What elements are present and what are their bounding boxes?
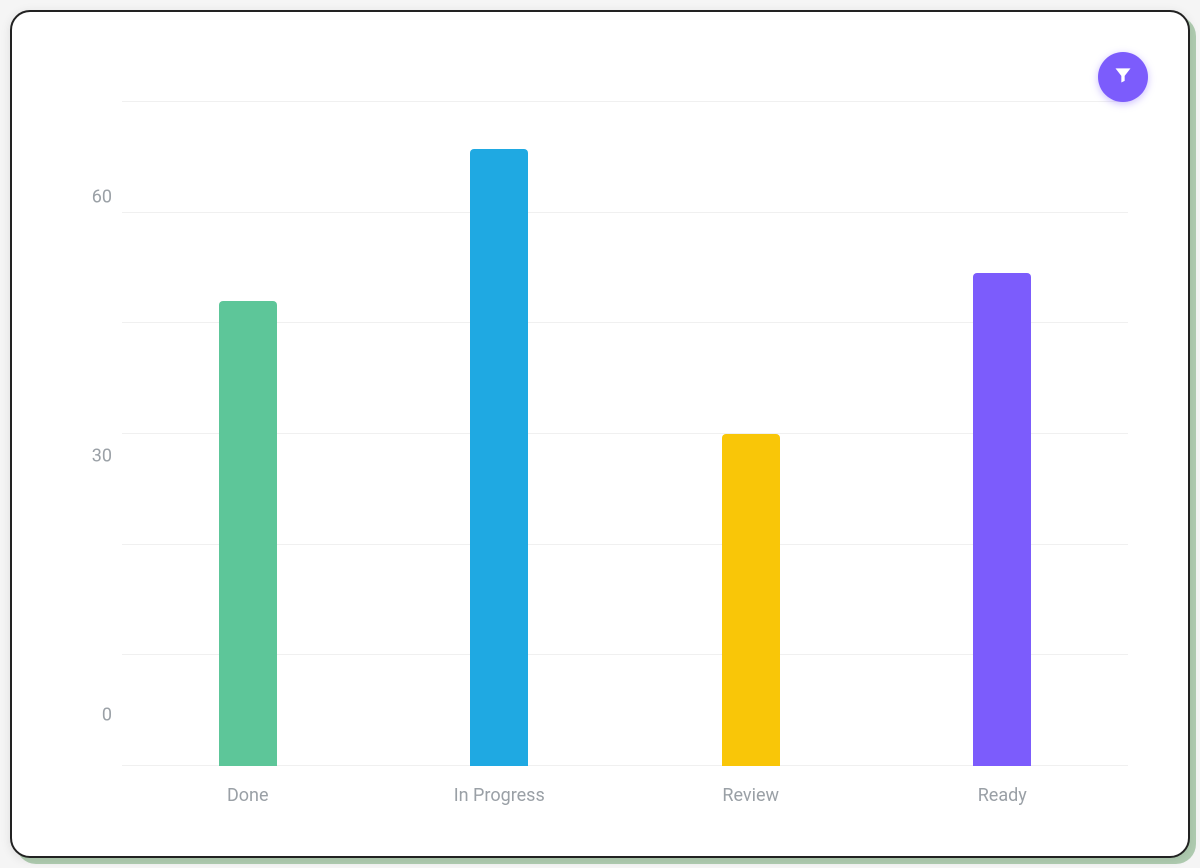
bar-group bbox=[625, 102, 877, 766]
bar[interactable] bbox=[973, 273, 1031, 766]
bars bbox=[122, 102, 1128, 766]
x-tick-label: Review bbox=[625, 785, 877, 806]
y-tick-label: 30 bbox=[72, 446, 112, 467]
bar-group bbox=[374, 102, 626, 766]
x-tick-label: Done bbox=[122, 785, 374, 806]
y-axis: 0 30 60 bbox=[72, 132, 112, 736]
bar[interactable] bbox=[470, 149, 528, 766]
bar-group bbox=[122, 102, 374, 766]
x-tick-label: Ready bbox=[877, 785, 1129, 806]
bar[interactable] bbox=[219, 301, 277, 766]
bar[interactable] bbox=[722, 434, 780, 766]
x-tick-label: In Progress bbox=[374, 785, 626, 806]
bar-chart: 0 30 60 DoneIn ProgressReviewReady bbox=[52, 42, 1148, 826]
chart-card: 0 30 60 DoneIn ProgressReviewReady bbox=[10, 10, 1190, 858]
x-axis: DoneIn ProgressReviewReady bbox=[122, 785, 1128, 806]
y-tick-label: 60 bbox=[72, 187, 112, 208]
bar-group bbox=[877, 102, 1129, 766]
funnel-icon bbox=[1113, 65, 1133, 89]
filter-button[interactable] bbox=[1098, 52, 1148, 102]
plot-area bbox=[122, 102, 1128, 766]
y-tick-label: 0 bbox=[72, 705, 112, 726]
